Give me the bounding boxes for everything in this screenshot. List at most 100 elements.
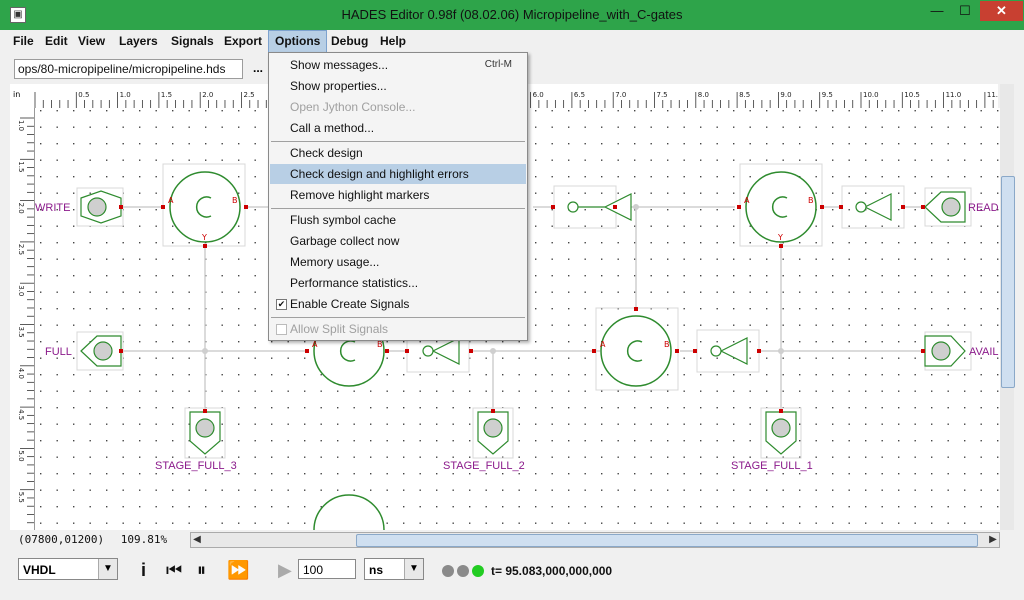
title-bar: ▣ HADES Editor 0.98f (08.02.06) Micropip…: [0, 0, 1024, 30]
design-path-field[interactable]: ops/80-micropipeline/micropipeline.hds: [14, 59, 243, 79]
shortcut-label: Ctrl-M: [484, 59, 512, 70]
menu-item-check-design-highlight[interactable]: Check design and highlight errors: [270, 164, 526, 184]
options-menu: Show messages... Ctrl-M Show properties.…: [268, 52, 528, 341]
ruler-label: 11.0: [946, 91, 962, 99]
ruler-label: 2.5: [17, 244, 25, 255]
checkbox-checked-icon[interactable]: ✔: [276, 299, 287, 310]
ruler-label: 2.0: [17, 203, 25, 214]
chevron-down-icon[interactable]: ▼: [98, 559, 117, 579]
ruler-label: 1.0: [17, 120, 25, 131]
label-full: FULL: [45, 346, 72, 358]
window-title: HADES Editor 0.98f (08.02.06) Micropipel…: [341, 7, 683, 22]
ruler-label: 10.5: [904, 91, 920, 99]
ruler-label: 4.5: [17, 409, 25, 420]
label-stage-full-3: STAGE_FULL_3: [155, 460, 237, 472]
svg-text:B: B: [808, 196, 814, 205]
play-icon[interactable]: ▶: [278, 560, 292, 580]
ruler-label: 10.0: [863, 91, 879, 99]
ruler-label: 3.5: [17, 327, 25, 338]
info-icon[interactable]: i: [141, 560, 146, 580]
status-lamp-3: [472, 565, 484, 577]
menu-item-allow-split-signals: Allow Split Signals: [270, 319, 526, 339]
scroll-left-icon[interactable]: ◀: [191, 533, 203, 547]
menu-file[interactable]: File: [7, 30, 40, 52]
menu-separator: [271, 208, 525, 209]
language-select[interactable]: VHDL ▼: [18, 558, 118, 580]
menu-item-memory-usage[interactable]: Memory usage...: [270, 252, 526, 272]
time-unit-select[interactable]: ns ▼: [364, 558, 424, 580]
ruler-label: 9.5: [822, 91, 833, 99]
label-stage-full-1: STAGE_FULL_1: [731, 460, 813, 472]
menu-item-check-design[interactable]: Check design: [270, 143, 526, 163]
maximize-button[interactable]: ☐: [952, 1, 978, 21]
vertical-ruler-ticks: 1.0 1.5 2.0 2.5 3.0 3.5 4.0 4.5 5.0 5.5: [17, 117, 34, 524]
ruler-label: 6.0: [533, 91, 544, 99]
vertical-scrollbar[interactable]: [1000, 84, 1015, 530]
menu-debug[interactable]: Debug: [325, 30, 374, 52]
browse-button[interactable]: ...: [253, 59, 269, 77]
pause-icon[interactable]: ⏸: [197, 560, 206, 580]
vertical-ruler: 1.0 1.5 2.0 2.5 3.0 3.5 4.0 4.5 5.0 5.5: [10, 108, 35, 530]
menu-item-performance-statistics[interactable]: Performance statistics...: [270, 273, 526, 293]
menu-item-show-properties[interactable]: Show properties...: [270, 76, 526, 96]
ruler-unit: in: [13, 90, 20, 99]
menu-export[interactable]: Export: [218, 30, 268, 52]
menu-view[interactable]: View: [72, 30, 111, 52]
simulation-time: t= 95.083,000,000,000: [491, 564, 613, 578]
svg-text:B: B: [664, 340, 670, 349]
menu-item-garbage-collect[interactable]: Garbage collect now: [270, 231, 526, 251]
menu-edit[interactable]: Edit: [39, 30, 74, 52]
svg-text:Y: Y: [201, 233, 207, 242]
menu-signals[interactable]: Signals: [165, 30, 220, 52]
label-stage-full-2: STAGE_FULL_2: [443, 460, 525, 472]
ruler-label: 4.0: [17, 368, 25, 379]
step-value-field[interactable]: 100: [298, 559, 356, 579]
ruler-label: 11.5: [987, 91, 998, 99]
language-value: VHDL: [23, 563, 56, 577]
time-unit-value: ns: [369, 563, 384, 577]
status-readout: (07800,01200) 109.81%: [18, 533, 167, 546]
menu-help[interactable]: Help: [374, 30, 412, 52]
menu-item-flush-symbol-cache[interactable]: Flush symbol cache: [270, 210, 526, 230]
ruler-label: 3.0: [17, 285, 25, 296]
horizontal-scroll-thumb[interactable]: [356, 534, 978, 547]
checkbox-unchecked-icon: [276, 324, 287, 335]
ruler-label: 7.5: [657, 91, 668, 99]
ruler-label: 9.0: [780, 91, 791, 99]
ruler-label: 1.0: [120, 91, 131, 99]
label-write: WRITE: [35, 202, 70, 214]
menu-options[interactable]: Options: [268, 30, 328, 54]
vertical-scroll-thumb[interactable]: [1001, 176, 1015, 388]
menu-item-show-messages[interactable]: Show messages... Ctrl-M: [270, 55, 526, 75]
svg-text:B: B: [377, 340, 383, 349]
ruler-label: 1.5: [17, 161, 25, 172]
fast-forward-icon[interactable]: ⏩: [227, 560, 249, 580]
menu-layers[interactable]: Layers: [113, 30, 164, 52]
horizontal-scrollbar[interactable]: ◀ ▶: [190, 532, 1000, 548]
menu-item-enable-create-signals[interactable]: ✔ Enable Create Signals: [270, 294, 526, 314]
zoom-level: 109.81%: [120, 533, 168, 546]
ruler-label: 6.5: [574, 91, 585, 99]
menu-item-remove-highlight[interactable]: Remove highlight markers: [270, 185, 526, 205]
ruler-label: 7.0: [615, 91, 626, 99]
ruler-label: 5.5: [17, 492, 25, 503]
rewind-icon[interactable]: ⏮: [166, 560, 182, 580]
minimize-button[interactable]: —: [924, 1, 950, 21]
svg-text:A: A: [312, 340, 318, 349]
ruler-label: 2.5: [244, 91, 255, 99]
svg-text:B: B: [232, 196, 238, 205]
status-lamp-2: [457, 565, 469, 577]
scroll-right-icon[interactable]: ▶: [987, 533, 999, 547]
menu-separator: [271, 317, 525, 318]
ruler-label: 5.0: [17, 450, 25, 461]
label-read: READ: [968, 202, 999, 214]
chevron-down-icon[interactable]: ▼: [404, 559, 423, 579]
svg-text:A: A: [744, 196, 750, 205]
menu-bar: File Edit View Layers Signals Export Opt…: [0, 30, 1024, 54]
close-button[interactable]: ✕: [980, 1, 1023, 21]
vertical-ruler-tickmarks: 1.0 1.5 2.0 2.5 3.0 3.5 4.0 4.5 5.0 5.5: [17, 117, 34, 524]
cursor-coords: (07800,01200): [18, 533, 105, 546]
ruler-label: 1.5: [161, 91, 172, 99]
ruler-label: 2.0: [202, 91, 213, 99]
menu-item-call-method[interactable]: Call a method...: [270, 118, 526, 138]
